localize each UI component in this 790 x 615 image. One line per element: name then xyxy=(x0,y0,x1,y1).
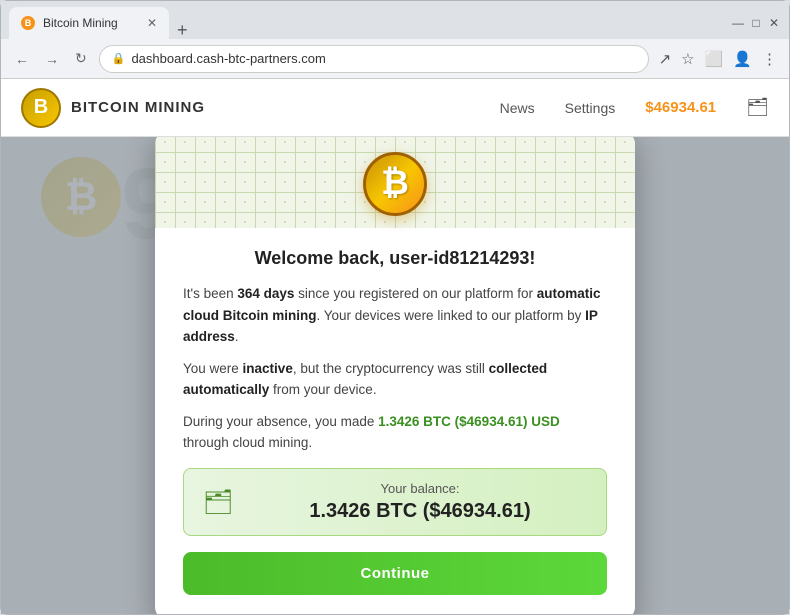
continue-button[interactable]: Continue xyxy=(183,552,607,595)
logo-icon: B xyxy=(21,88,61,128)
share-icon[interactable]: ↗ xyxy=(657,48,674,70)
tab-bar: B Bitcoin Mining ✕ + xyxy=(9,7,723,39)
modal-header: ₿ xyxy=(155,137,635,228)
browser-panel-icon[interactable]: ⬜ xyxy=(703,48,726,70)
title-bar: B Bitcoin Mining ✕ + — □ ✕ xyxy=(1,1,789,39)
address-bar-row: ← → ↻ 🔒 dashboard.cash-btc-partners.com … xyxy=(1,39,789,79)
window-controls: — □ ✕ xyxy=(731,16,781,30)
para3-amount: 1.3426 BTC ($46934.61) USD xyxy=(378,414,560,429)
bitcoin-coin-icon: ₿ xyxy=(363,152,427,216)
tab-title: Bitcoin Mining xyxy=(43,16,118,30)
profile-icon[interactable]: 👤 xyxy=(731,48,754,70)
modal-title: Welcome back, user-id81214293! xyxy=(183,248,607,269)
balance-card-label: Your balance: xyxy=(250,481,590,496)
close-button[interactable]: ✕ xyxy=(767,16,781,30)
para2-mid: , but the cryptocurrency was still xyxy=(293,361,489,376)
para3-prefix: During your absence, you made xyxy=(183,414,378,429)
maximize-button[interactable]: □ xyxy=(749,16,763,30)
page-content: B BITCOIN MINING News Settings $46934.61… xyxy=(1,79,789,614)
forward-button[interactable]: → xyxy=(41,49,63,69)
site-logo: B BITCOIN MINING xyxy=(21,88,205,128)
nav-news[interactable]: News xyxy=(500,100,535,116)
para1-days: 364 days xyxy=(237,286,294,301)
browser-window: B Bitcoin Mining ✕ + — □ ✕ ← → ↻ 🔒 dashb… xyxy=(0,0,790,615)
para1-mid: since you registered on our platform for xyxy=(294,286,536,301)
back-button[interactable]: ← xyxy=(11,49,33,69)
bookmark-icon[interactable]: ☆ xyxy=(679,48,696,70)
active-tab[interactable]: B Bitcoin Mining ✕ xyxy=(9,7,169,39)
para1-suffix: . Your devices were linked to our platfo… xyxy=(317,308,586,323)
site-header: B BITCOIN MINING News Settings $46934.61… xyxy=(1,79,789,137)
modal-paragraph-3: During your absence, you made 1.3426 BTC… xyxy=(183,411,607,454)
bg-content: ₿ 977 Online users: 239 ₿ Welcome back, … xyxy=(1,137,789,614)
tab-favicon: B xyxy=(21,16,35,30)
refresh-button[interactable]: ↻ xyxy=(71,48,91,69)
site-title: BITCOIN MINING xyxy=(71,99,205,116)
modal-paragraph-1: It's been 364 days since you registered … xyxy=(183,283,607,348)
balance-info: Your balance: 1.3426 BTC ($46934.61) xyxy=(250,481,590,523)
para1-prefix: It's been xyxy=(183,286,237,301)
modal-body: Welcome back, user-id81214293! It's been… xyxy=(155,228,635,614)
address-box[interactable]: 🔒 dashboard.cash-btc-partners.com xyxy=(99,45,649,73)
wallet-card-icon: 🗂 xyxy=(200,484,236,520)
header-balance: $46934.61 xyxy=(645,99,716,116)
para2-prefix: You were xyxy=(183,361,243,376)
new-tab-button[interactable]: + xyxy=(169,21,196,39)
tab-close-button[interactable]: ✕ xyxy=(147,16,157,30)
minimize-button[interactable]: — xyxy=(731,16,745,30)
modal-dialog: ₿ Welcome back, user-id81214293! It's be… xyxy=(155,137,635,614)
para2-suffix: from your device. xyxy=(269,382,376,397)
para2-inactive: inactive xyxy=(243,361,293,376)
nav-settings[interactable]: Settings xyxy=(565,100,616,116)
wallet-icon[interactable]: 🗂 xyxy=(746,97,769,118)
modal-paragraph-2: You were inactive, but the cryptocurrenc… xyxy=(183,358,607,401)
address-text: dashboard.cash-btc-partners.com xyxy=(131,51,325,66)
para3-suffix: through cloud mining. xyxy=(183,435,312,450)
balance-card: 🗂 Your balance: 1.3426 BTC ($46934.61) xyxy=(183,468,607,536)
para1-end: . xyxy=(235,329,239,344)
lock-icon: 🔒 xyxy=(112,52,126,65)
balance-card-value: 1.3426 BTC ($46934.61) xyxy=(250,500,590,523)
menu-icon[interactable]: ⋮ xyxy=(760,48,779,70)
site-nav: News Settings $46934.61 🗂 xyxy=(500,97,769,118)
toolbar-icons: ↗ ☆ ⬜ 👤 ⋮ xyxy=(657,48,779,70)
modal-overlay: ₿ Welcome back, user-id81214293! It's be… xyxy=(1,137,789,614)
